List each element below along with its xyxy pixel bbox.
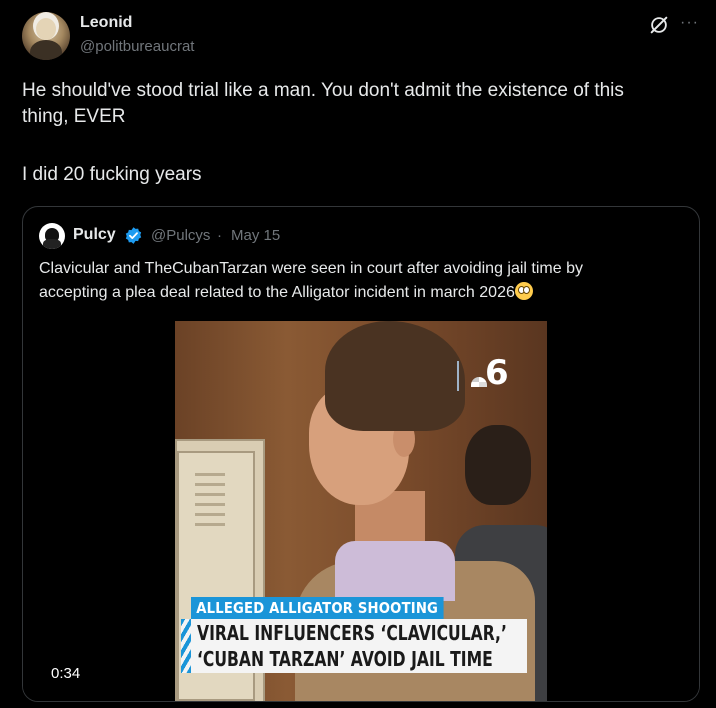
ticker-line: VIRAL INFLUENCERS ‘CLAVICULAR,’ [197,621,507,645]
ticker-main: VIRAL INFLUENCERS ‘CLAVICULAR,’ ‘CUBAN T… [181,619,527,673]
flushed-face-icon [514,282,533,300]
quote-text-line: accepting a plea deal related to the All… [39,284,515,301]
video-player[interactable]: 6 ALLEGED ALLIGATOR SHOOTING VIRAL INFLU… [23,321,699,701]
author-name[interactable]: Leonid [80,14,132,32]
logo-number: 6 [485,353,509,393]
video-duration: 0:34 [45,663,87,684]
more-icon[interactable]: ··· [680,14,698,34]
grok-icon[interactable] [648,14,670,36]
date-separator: · [217,227,222,244]
quote-author-avatar[interactable] [39,223,65,249]
post: Leonid @politbureaucrat ··· He should've… [0,0,716,708]
author-handle[interactable]: @politbureaucrat [80,38,194,55]
quoted-post[interactable]: Pulcy @Pulcys · May 15 Clavicular and Th… [22,206,700,702]
quote-date[interactable]: May 15 [231,227,280,244]
quote-author-name[interactable]: Pulcy [73,226,116,244]
post-text-line: thing, EVER [22,106,126,127]
post-text-line: He should've stood trial like a man. You… [22,80,624,101]
quote-author-handle[interactable]: @Pulcys [151,227,210,244]
post-text-line: I did 20 fucking years [22,164,202,185]
verified-badge-icon [125,227,142,244]
quote-text: Clavicular and TheCubanTarzan were seen … [39,257,679,305]
nbc6-logo-icon: 6 [457,353,509,393]
ticker-line: ‘CUBAN TARZAN’ AVOID JAIL TIME [197,647,493,671]
ticker-headline: ALLEGED ALLIGATOR SHOOTING [191,597,444,619]
author-avatar[interactable] [22,12,70,60]
quote-text-line: Clavicular and TheCubanTarzan were seen … [39,260,583,277]
post-text: He should've stood trial like a man. You… [22,78,702,188]
